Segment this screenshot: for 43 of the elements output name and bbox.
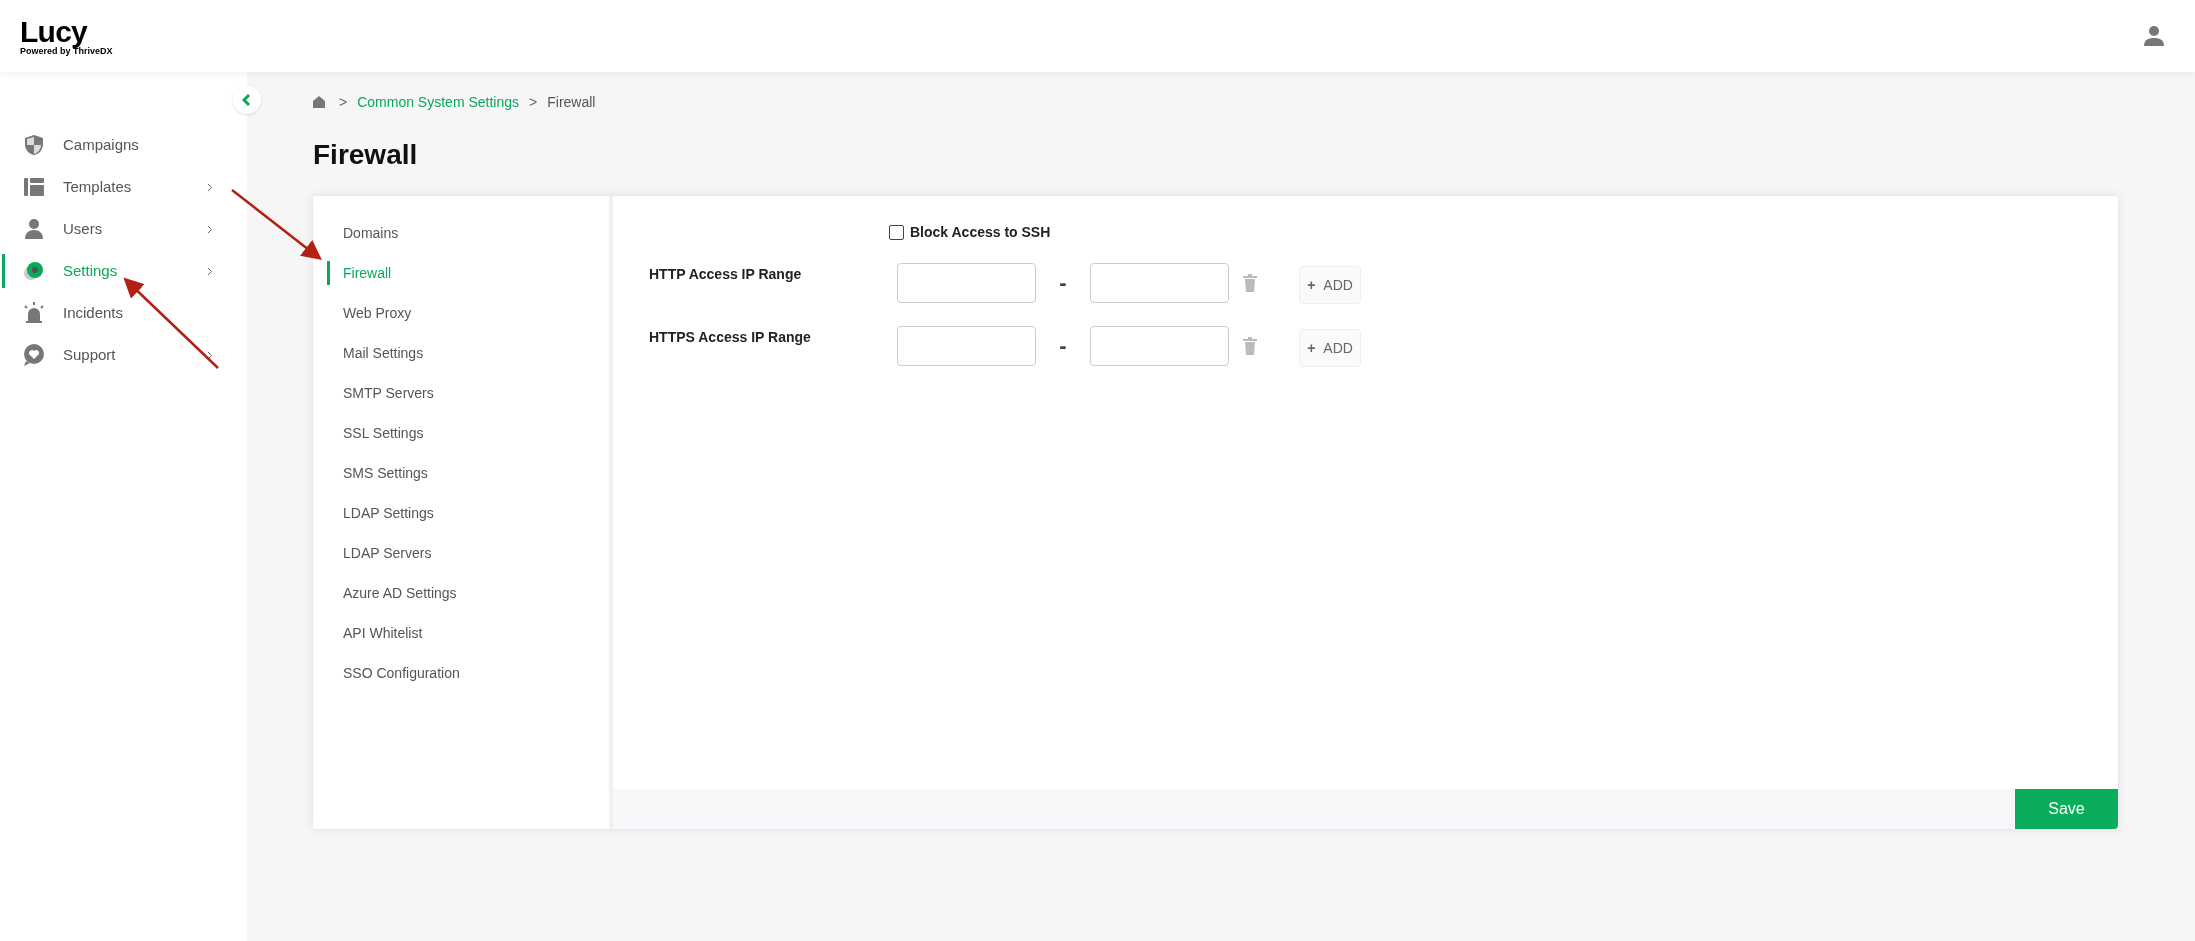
settings-tab[interactable]: SMS Settings [313,453,609,493]
logo-wordmark: Lucy [20,16,88,47]
settings-tab[interactable]: SSL Settings [313,413,609,453]
field-label: HTTP Access IP Range [649,265,803,284]
delete-button[interactable] [1243,337,1257,355]
range-separator: - [1058,269,1068,297]
home-icon[interactable] [313,96,325,108]
settings-tab[interactable]: Azure AD Settings [313,573,609,613]
add-button[interactable]: + ADD [1299,329,1361,367]
settings-tab[interactable]: LDAP Servers [313,533,609,573]
sidebar-item[interactable]: Users [0,208,247,250]
sidebar-item[interactable]: Support [0,334,247,376]
page-title: Firewall [313,138,419,172]
add-button[interactable]: + ADD [1299,266,1361,304]
range-separator: - [1058,332,1068,360]
chevron-left-icon [242,94,252,106]
user-icon[interactable] [2143,25,2165,47]
user-icon [22,217,46,241]
shield-icon [22,133,46,157]
checkbox-label: Block Access to SSH [910,223,1051,242]
ip-end-field[interactable] [1090,263,1229,303]
sidebar-item[interactable]: Campaigns [0,124,247,166]
ip-start-field[interactable] [897,263,1036,303]
checkbox[interactable] [889,225,904,240]
sidebar-item[interactable]: Templates [0,166,247,208]
breadcrumb-current: Firewall [547,92,596,112]
ip-end-field[interactable] [1090,326,1229,366]
sidebar-item[interactable]: Incidents [0,292,247,334]
settings-tab[interactable]: Mail Settings [313,333,609,373]
collapse-sidebar-button[interactable] [233,86,261,114]
alarm-icon [22,301,46,325]
ip-start-field[interactable] [897,326,1036,366]
settings-tab[interactable]: Domains [313,213,609,253]
field-label: HTTPS Access IP Range [649,328,812,347]
settings-tab[interactable]: LDAP Settings [313,493,609,533]
breadcrumb-separator: > [529,92,538,112]
breadcrumb-separator: > [339,92,348,112]
delete-button[interactable] [1243,274,1257,292]
settings-tab[interactable]: SMTP Servers [313,373,609,413]
settings-tab[interactable]: SSO Configuration [313,653,609,693]
layout-icon [22,175,46,199]
settings-tab[interactable]: Web Proxy [313,293,609,333]
settings-tab[interactable]: API Whitelist [313,613,609,653]
